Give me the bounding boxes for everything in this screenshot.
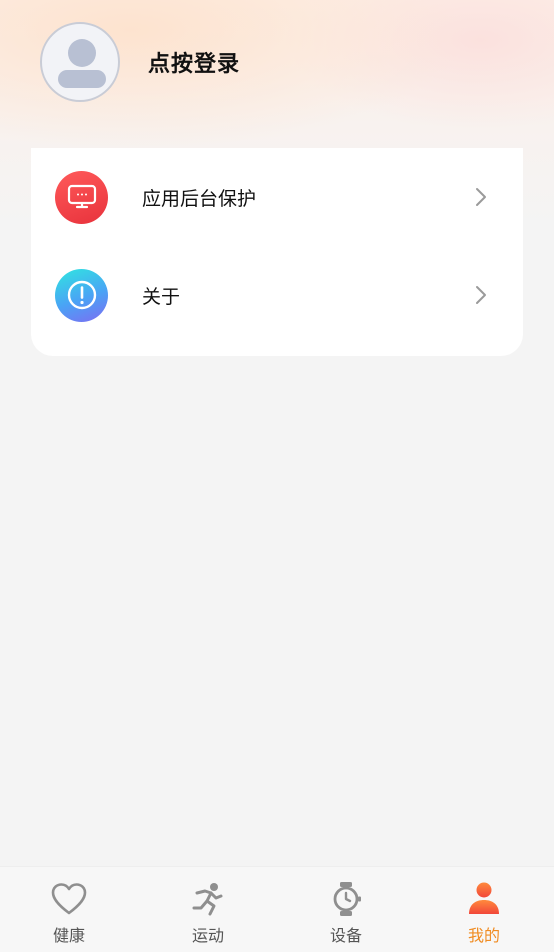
settings-card: 应用后台保护 关于	[31, 148, 523, 356]
heart-icon	[51, 883, 87, 915]
menu-item-label: 应用后台保护	[142, 187, 257, 210]
running-icon	[192, 883, 223, 916]
tab-device[interactable]: 设备	[277, 867, 415, 952]
tab-health[interactable]: 健康	[0, 867, 138, 952]
login-prompt[interactable]: 点按登录	[148, 46, 240, 78]
avatar-body-shape	[58, 70, 106, 88]
profile-header[interactable]: 点按登录	[40, 22, 240, 102]
tab-label: 设备	[329, 926, 362, 945]
monitor-icon	[55, 170, 108, 224]
menu-item-background-protection[interactable]: 应用后台保护	[31, 148, 523, 246]
tab-label: 运动	[191, 926, 224, 945]
bottom-tab-bar: 健康 运动 设备 我的	[0, 866, 554, 952]
avatar[interactable]	[40, 22, 120, 102]
avatar-head-shape	[68, 39, 96, 67]
tab-label: 健康	[52, 926, 85, 945]
info-icon	[55, 268, 108, 322]
chevron-right-icon	[476, 188, 486, 206]
profile-page: 点按登录 应用后台保护 关于 健康 运动 设备 我的	[0, 0, 554, 952]
tab-mine[interactable]: 我的	[415, 867, 553, 952]
chevron-right-icon	[476, 286, 486, 304]
menu-item-about[interactable]: 关于	[31, 246, 523, 344]
tab-exercise[interactable]: 运动	[139, 867, 277, 952]
person-icon	[469, 882, 499, 914]
tab-label: 我的	[467, 926, 500, 945]
watch-icon	[333, 882, 361, 916]
menu-item-label: 关于	[142, 285, 181, 308]
